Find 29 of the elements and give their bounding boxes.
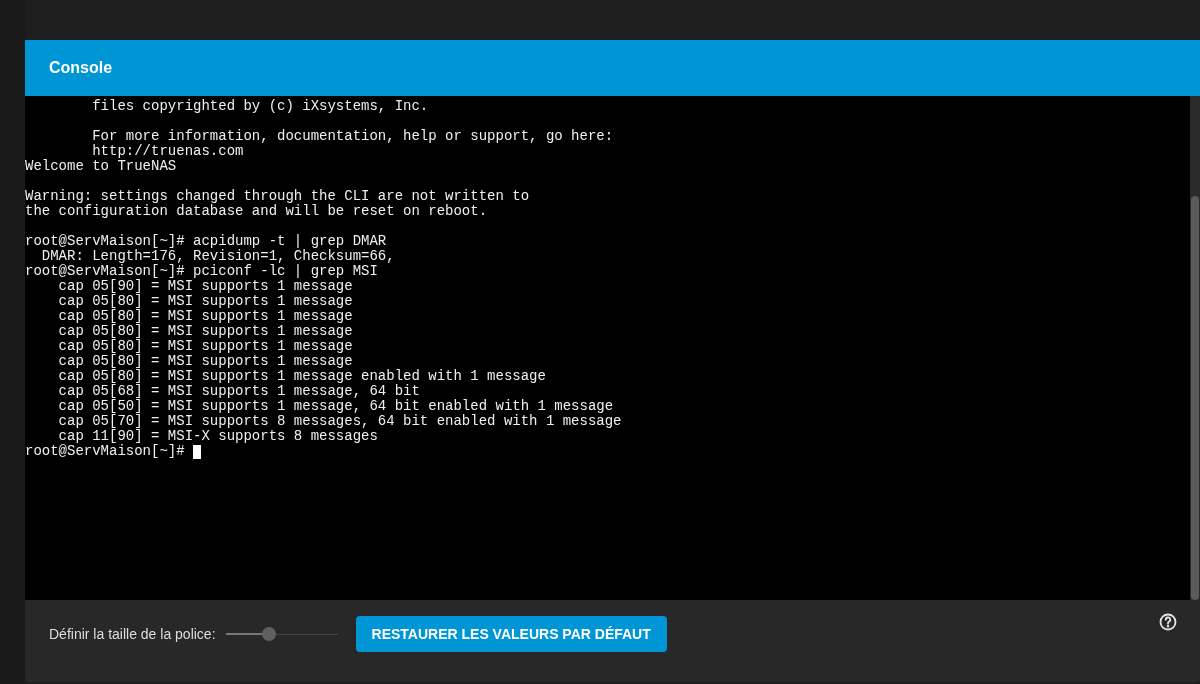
terminal-line: cap 11[90] = MSI-X supports 8 messages bbox=[57, 429, 378, 444]
terminal-line: cap 05[80] = MSI supports 1 message bbox=[57, 294, 353, 309]
terminal-line: Warning: settings changed through the CLI are not written to bbox=[25, 189, 530, 204]
terminal-line: For more information, documentation, help or support, go here: bbox=[91, 129, 614, 144]
terminal-line: cap 05[80] = MSI supports 1 message enabled with 1 message bbox=[57, 369, 546, 384]
terminal-line: root@ServMaison[~]# bbox=[25, 444, 186, 459]
scrollbar[interactable] bbox=[1190, 96, 1200, 600]
help-icon[interactable] bbox=[1159, 613, 1177, 631]
scrollbar-thumb[interactable] bbox=[1191, 196, 1199, 600]
font-size-label: Définir la taille de la police: bbox=[49, 624, 216, 644]
terminal-line: http://truenas.com bbox=[91, 144, 244, 159]
terminal-line: cap 05[68] = MSI supports 1 message, 64 bit bbox=[57, 384, 420, 399]
terminal-line: files copyrighted by (c) iXsystems, Inc. bbox=[91, 99, 429, 114]
terminal-line: cap 05[80] = MSI supports 1 message bbox=[57, 339, 353, 354]
terminal-line: DMAR: Length=176, Revision=1, Checksum=66, bbox=[40, 249, 395, 264]
terminal-line: cap 05[80] = MSI supports 1 message bbox=[57, 309, 353, 324]
terminal-line: cap 05[90] = MSI supports 1 message bbox=[57, 279, 353, 294]
terminal-line: Welcome to TrueNAS bbox=[25, 159, 177, 174]
reset-defaults-button[interactable]: RESTAURER LES VALEURS PAR DÉFAUT bbox=[355, 616, 667, 652]
slider-thumb[interactable] bbox=[262, 627, 277, 641]
terminal-line: root@ServMaison[~]# acpidump -t | grep DMAR bbox=[25, 234, 387, 249]
terminal-line: cap 05[80] = MSI supports 1 message bbox=[57, 354, 353, 369]
console-title: Console bbox=[49, 58, 113, 78]
terminal-line: cap 05[50] = MSI supports 1 message, 64 bit enabled with 1 message bbox=[57, 399, 614, 414]
font-size-slider[interactable] bbox=[225, 627, 338, 641]
terminal-line: cap 05[80] = MSI supports 1 message bbox=[57, 324, 353, 339]
terminal-line: root@ServMaison[~]# pciconf -lc | grep MSI bbox=[25, 264, 378, 279]
terminal-line: cap 05[70] = MSI supports 8 messages, 64 bit enabled with 1 message bbox=[57, 414, 622, 429]
terminal-line: the configuration database and will be reset on reboot. bbox=[25, 204, 488, 219]
